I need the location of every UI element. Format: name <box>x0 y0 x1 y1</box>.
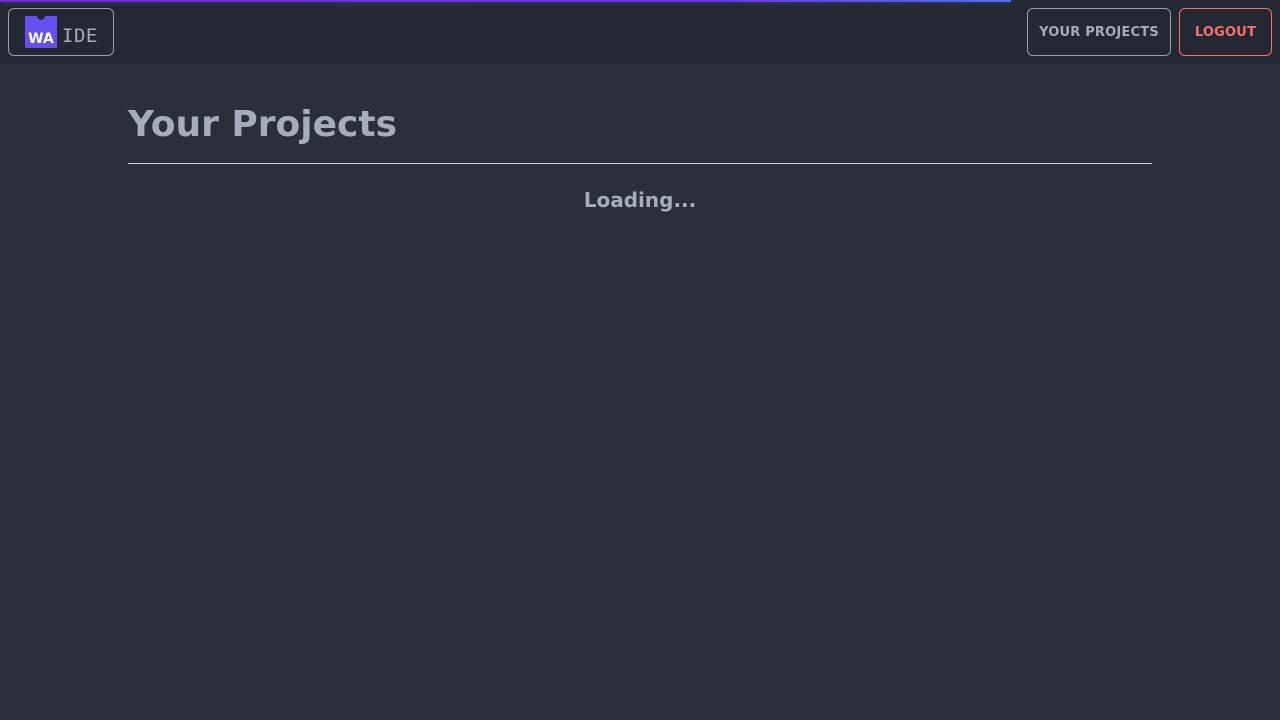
top-navigation-bar: WA IDE YOUR PROJECTS LOGOUT <box>0 0 1280 64</box>
page-loading-progress-bar <box>0 0 1280 2</box>
logo-mark-text: WA <box>28 31 54 47</box>
loading-status-text: Loading... <box>583 188 697 212</box>
home-logo-button[interactable]: WA IDE <box>8 8 114 56</box>
webassembly-logo-icon: WA <box>25 12 57 48</box>
your-projects-button[interactable]: YOUR PROJECTS <box>1027 8 1171 56</box>
progress-bar-fill <box>0 0 1012 2</box>
logout-button[interactable]: LOGOUT <box>1179 8 1272 56</box>
title-divider <box>128 163 1152 164</box>
page-title: Your Projects <box>128 104 398 145</box>
logo-text: IDE <box>62 25 98 47</box>
logo-notch <box>37 12 45 20</box>
